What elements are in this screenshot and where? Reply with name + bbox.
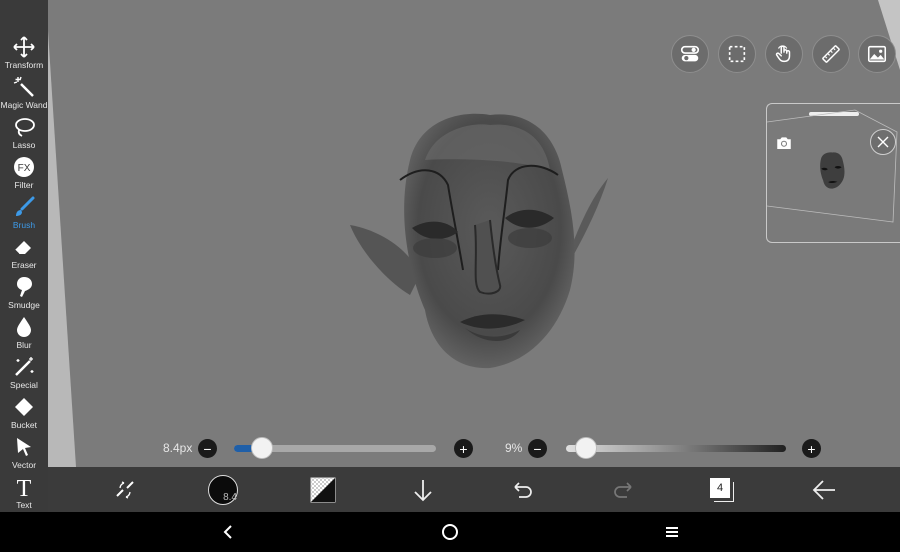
ruler-icon — [822, 45, 840, 63]
tool-label: Special — [10, 380, 38, 390]
arrow-left-icon — [812, 479, 835, 500]
size-decrease-button[interactable]: − — [198, 439, 217, 458]
download-button[interactable] — [410, 467, 436, 512]
ruler-button[interactable] — [812, 35, 850, 73]
image-icon — [867, 45, 887, 63]
brush-icon — [16, 196, 35, 216]
tool-lasso[interactable]: Lasso — [0, 113, 48, 153]
selection-icon — [728, 45, 746, 63]
magic-wand-icon — [13, 76, 34, 97]
tool-label: Transform — [4, 60, 44, 70]
brush-size-slider-thumb[interactable] — [251, 437, 274, 459]
undo-icon — [514, 481, 532, 498]
quick-swap-button[interactable] — [110, 467, 140, 512]
opacity-decrease-button[interactable]: − — [528, 439, 547, 458]
text-glyph: T — [17, 476, 32, 499]
tool-transform[interactable]: Transform — [0, 33, 48, 73]
undo-button[interactable] — [510, 467, 536, 512]
home-circle-icon — [442, 524, 458, 540]
tool-label: Bucket — [11, 420, 37, 430]
fx-icon: FX — [14, 157, 34, 177]
bottom-toolbar: 8.4 4 — [48, 467, 900, 512]
tool-label: Smudge — [8, 300, 40, 310]
hand-touch-icon — [775, 45, 791, 63]
tool-label: Filter — [14, 180, 34, 190]
opacity-slider-thumb[interactable] — [574, 437, 597, 459]
system-menu-button[interactable] — [660, 520, 684, 544]
brush-preview-circle: 8.4 — [208, 474, 238, 505]
arrow-down-icon — [414, 479, 432, 501]
tool-eraser[interactable]: Eraser — [0, 233, 48, 273]
color-button[interactable] — [309, 467, 337, 512]
lasso-icon — [15, 118, 35, 137]
tool-vector[interactable]: Vector — [0, 433, 48, 473]
eraser-icon — [14, 241, 31, 255]
opacity-slider[interactable] — [566, 445, 786, 452]
minus-icon: − — [203, 440, 212, 457]
app-window: 8.4px − + 9% − + Transform Magic Wand La… — [0, 0, 900, 552]
camera-icon[interactable] — [775, 134, 793, 152]
tool-label: Vector — [11, 460, 37, 470]
layer-count: 4 — [710, 477, 730, 498]
tool-label: Blur — [16, 340, 32, 350]
brush-size-badge: 8.4 — [223, 491, 237, 503]
tool-sidebar: Transform Magic Wand Lasso FX Filter Bru… — [0, 0, 48, 512]
plus-icon: + — [459, 440, 468, 457]
tool-smudge[interactable]: Smudge — [0, 273, 48, 313]
move-arrows-icon — [13, 36, 35, 58]
toggle-settings-icon — [680, 45, 700, 62]
brush-size-preview-button[interactable]: 8.4 — [206, 467, 240, 512]
tool-label: Eraser — [11, 260, 37, 270]
layers-icon: 4 — [710, 477, 734, 502]
redo-button[interactable] — [610, 467, 636, 512]
tool-blur[interactable]: Blur — [0, 313, 48, 353]
chevron-left-icon — [223, 525, 232, 539]
layers-button[interactable]: 4 — [708, 467, 736, 512]
tool-special[interactable]: Special — [0, 353, 48, 393]
tool-filter[interactable]: FX Filter — [0, 153, 48, 193]
plus-icon: + — [807, 440, 816, 457]
image-button[interactable] — [858, 35, 896, 73]
fx-glyph: FX — [18, 163, 31, 174]
color-swatch-icon — [310, 477, 336, 502]
close-icon — [877, 136, 889, 148]
bucket-icon — [15, 398, 33, 416]
opacity-increase-button[interactable]: + — [802, 439, 821, 458]
hand-tool-button[interactable] — [765, 35, 803, 73]
system-back-button[interactable] — [216, 520, 240, 544]
settings-toggle-button[interactable] — [671, 35, 709, 73]
smudge-icon — [17, 277, 32, 297]
tool-brush[interactable]: Brush — [0, 193, 48, 233]
brush-size-value: 8.4px — [163, 441, 193, 455]
redo-icon — [614, 481, 632, 498]
back-button[interactable] — [810, 467, 838, 512]
tool-label: Text — [16, 500, 32, 510]
tool-text[interactable]: T Text — [0, 473, 48, 513]
menu-icon — [666, 527, 678, 537]
navigator-panel[interactable] — [766, 103, 900, 243]
blur-drop-icon — [17, 317, 31, 337]
artwork-face-sketch — [350, 113, 608, 369]
drawing-canvas[interactable]: 8.4px − + 9% − + — [0, 0, 900, 467]
selection-button[interactable] — [718, 35, 756, 73]
brush-eraser-swap-icon — [116, 480, 134, 499]
system-home-button[interactable] — [438, 520, 462, 544]
tool-magic-wand[interactable]: Magic Wand — [0, 73, 48, 113]
special-wand-icon — [15, 357, 34, 376]
navigator-close-button[interactable] — [870, 129, 896, 155]
tool-label: Lasso — [12, 140, 36, 150]
navigator-thumbnail — [820, 152, 845, 189]
size-increase-button[interactable]: + — [454, 439, 473, 458]
minus-icon: − — [533, 440, 542, 457]
tool-label: Brush — [12, 220, 36, 230]
tool-label: Magic Wand — [0, 100, 48, 110]
system-navigation-bar — [0, 512, 900, 552]
opacity-value: 9% — [505, 441, 523, 455]
tool-bucket[interactable]: Bucket — [0, 393, 48, 433]
text-t-icon: T — [17, 476, 32, 499]
cursor-arrow-icon — [17, 438, 31, 456]
